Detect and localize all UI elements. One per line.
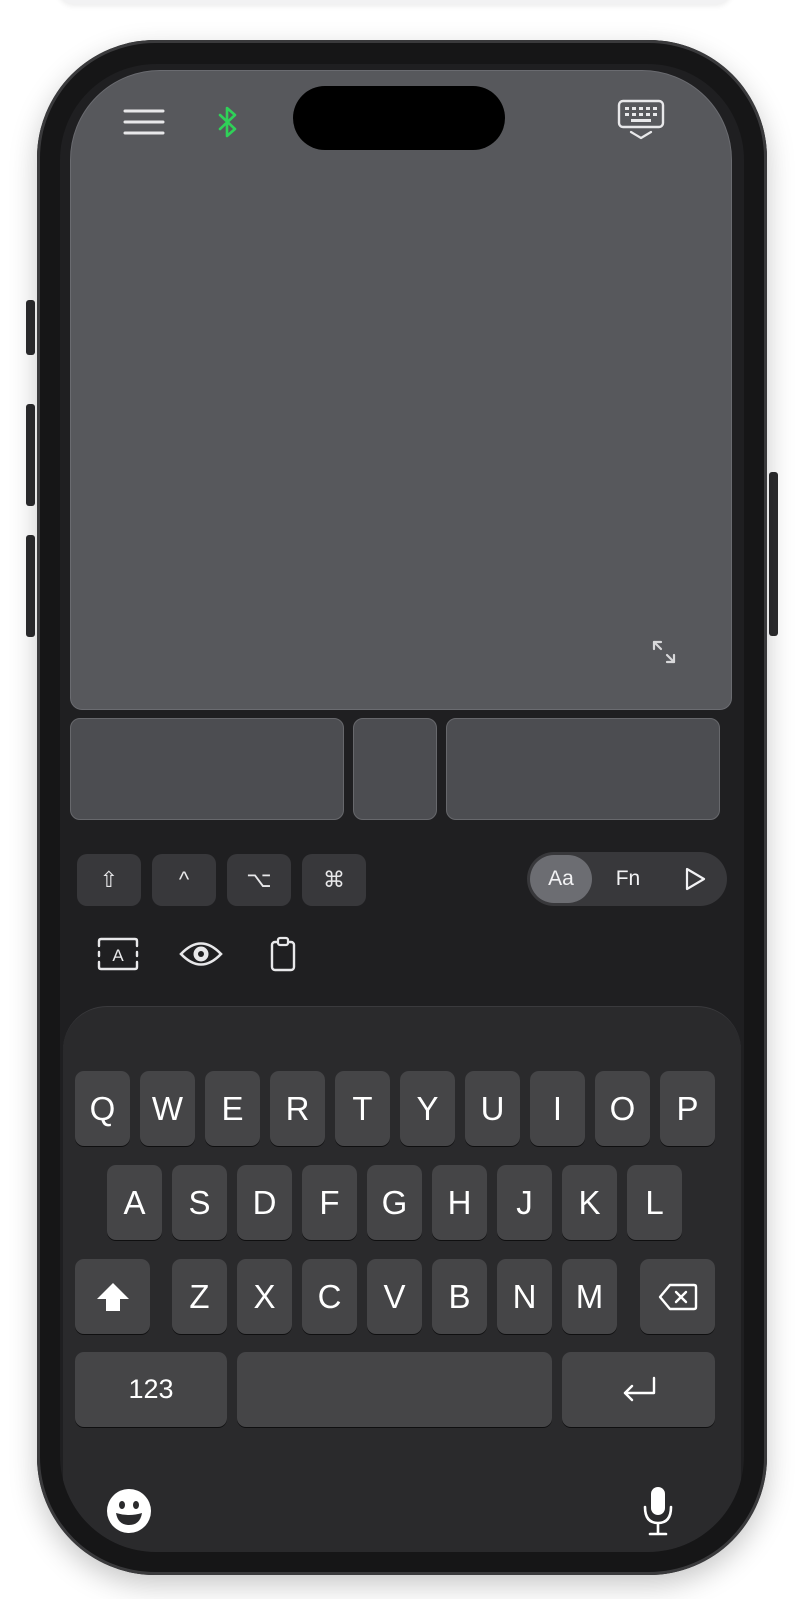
keyboard: Q W E R T Y U I O P A S D F G H J K L Z [63, 1006, 741, 1552]
key-u[interactable]: U [465, 1071, 520, 1146]
key-q[interactable]: Q [75, 1071, 130, 1146]
key-v[interactable]: V [367, 1259, 422, 1334]
key-p[interactable]: P [660, 1071, 715, 1146]
key-r[interactable]: R [270, 1071, 325, 1146]
key-s[interactable]: S [172, 1165, 227, 1240]
volume-up-button [26, 404, 35, 506]
shift-modifier-label: ⇧ [99, 867, 119, 892]
key-k[interactable]: K [562, 1165, 617, 1240]
key-i[interactable]: I [530, 1071, 585, 1146]
volume-down-button [26, 535, 35, 637]
shift-key[interactable] [75, 1259, 150, 1334]
hamburger-menu-icon[interactable] [122, 104, 166, 140]
key-l[interactable]: L [627, 1165, 682, 1240]
control-modifier-key[interactable]: ^ [152, 854, 216, 906]
key-e[interactable]: E [205, 1071, 260, 1146]
delete-backspace-icon [658, 1282, 698, 1312]
shift-modifier-key[interactable]: ⇧ [77, 854, 141, 906]
svg-text:A: A [112, 946, 124, 965]
key-j[interactable]: J [497, 1165, 552, 1240]
right-click-area[interactable] [446, 718, 720, 820]
mode-switch: Aa Fn [527, 852, 727, 906]
power-button [769, 472, 778, 636]
key-n[interactable]: N [497, 1259, 552, 1334]
space-key[interactable] [237, 1352, 552, 1427]
key-g[interactable]: G [367, 1165, 422, 1240]
action-button [26, 300, 35, 355]
play-icon[interactable] [667, 855, 723, 903]
return-key[interactable] [562, 1352, 715, 1427]
key-b[interactable]: B [432, 1259, 487, 1334]
key-w[interactable]: W [140, 1071, 195, 1146]
bluetooth-icon[interactable] [214, 104, 242, 140]
key-f[interactable]: F [302, 1165, 357, 1240]
emoji-icon[interactable] [105, 1487, 153, 1535]
option-modifier-label: ⌥ [246, 867, 272, 892]
key-m[interactable]: M [562, 1259, 617, 1334]
trackpad-surface[interactable] [70, 70, 732, 710]
numbers-key[interactable]: 123 [75, 1352, 227, 1427]
key-d[interactable]: D [237, 1165, 292, 1240]
dynamic-island [293, 86, 505, 150]
shift-filled-icon [95, 1281, 131, 1313]
middle-click-area[interactable] [353, 718, 437, 820]
keyboard-hide-icon[interactable] [616, 98, 666, 142]
eye-icon[interactable] [178, 936, 224, 972]
screen: ⇧ ^ ⌥ ⌘ Aa Fn A Q W E R T Y U I O P A S … [60, 64, 744, 1552]
key-c[interactable]: C [302, 1259, 357, 1334]
phone-frame: ⇧ ^ ⌥ ⌘ Aa Fn A Q W E R T Y U I O P A S … [37, 40, 767, 1575]
clipboard-icon[interactable] [268, 934, 298, 974]
top-card-edge [58, 0, 732, 4]
delete-key[interactable] [640, 1259, 715, 1334]
key-y[interactable]: Y [400, 1071, 455, 1146]
mode-letters-button[interactable]: Aa [530, 855, 592, 903]
left-click-area[interactable] [70, 718, 344, 820]
expand-arrows-icon[interactable] [648, 636, 680, 668]
key-t[interactable]: T [335, 1071, 390, 1146]
return-icon [621, 1375, 657, 1405]
option-modifier-key[interactable]: ⌥ [227, 854, 291, 906]
key-o[interactable]: O [595, 1071, 650, 1146]
key-h[interactable]: H [432, 1165, 487, 1240]
command-modifier-key[interactable]: ⌘ [302, 854, 366, 906]
command-modifier-label: ⌘ [323, 867, 345, 892]
control-modifier-label: ^ [178, 867, 190, 892]
microphone-icon[interactable] [638, 1483, 678, 1539]
mode-fn-button[interactable]: Fn [597, 855, 659, 903]
key-a[interactable]: A [107, 1165, 162, 1240]
key-z[interactable]: Z [172, 1259, 227, 1334]
text-input-icon[interactable]: A [96, 936, 140, 972]
key-x[interactable]: X [237, 1259, 292, 1334]
